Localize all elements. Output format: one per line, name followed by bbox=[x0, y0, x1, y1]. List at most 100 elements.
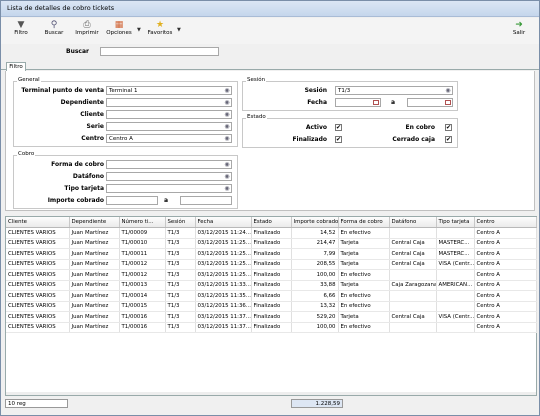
table-cell: VISA (Centr... bbox=[436, 259, 475, 270]
series-lookup-icon[interactable]: ◉ bbox=[223, 123, 231, 130]
session-field[interactable]: T1/3 ◉ bbox=[335, 86, 453, 95]
date-from-calendar-icon[interactable] bbox=[373, 100, 379, 105]
table-row[interactable]: CLIENTES VARIOS Juan Martínez T1/00016 T1/3… bbox=[6, 311, 537, 323]
table-cell: 33,88 bbox=[291, 280, 339, 291]
table-cell: 03/12/2015 11:35... bbox=[195, 290, 252, 302]
horizontal-scrollbar[interactable] bbox=[6, 392, 536, 395]
table-cell: CLIENTES VARIOS bbox=[6, 290, 70, 302]
employee-field[interactable]: ◉ bbox=[106, 98, 232, 107]
column-header[interactable]: Dependiente bbox=[69, 217, 120, 228]
column-header[interactable]: Importe cobrado bbox=[291, 217, 339, 228]
table-cell: 03/12/2015 11:24... bbox=[195, 227, 252, 239]
card-type-lookup-icon[interactable]: ◉ bbox=[223, 185, 231, 192]
tab-filter[interactable]: Filtro bbox=[6, 62, 26, 71]
table-cell: 03/12/2015 11:25... bbox=[195, 269, 252, 281]
options-button[interactable]: ▦ Opciones bbox=[103, 20, 135, 42]
table-cell: 214,47 bbox=[291, 238, 339, 249]
series-field[interactable]: ◉ bbox=[106, 122, 232, 131]
column-header[interactable]: Forma de cobro bbox=[338, 217, 390, 228]
payment-method-label: Forma de cobro bbox=[51, 161, 104, 168]
amount-from-field[interactable] bbox=[106, 196, 158, 205]
options-dropdown-icon[interactable]: ▼ bbox=[137, 27, 141, 33]
table-cell bbox=[389, 227, 437, 239]
search-button[interactable]: ⚲ Buscar bbox=[41, 20, 67, 42]
table-cell: Finalizado bbox=[251, 259, 292, 270]
pos-lookup-icon[interactable]: ◉ bbox=[223, 87, 231, 94]
table-cell: Centro A bbox=[474, 248, 537, 260]
payment-method-lookup-icon[interactable]: ◉ bbox=[223, 161, 231, 168]
table-row[interactable]: CLIENTES VARIOS Juan Martínez T1/00012 T1/3… bbox=[6, 259, 537, 270]
print-button[interactable]: ⎙ Imprimir bbox=[73, 20, 101, 42]
table-cell: Centro A bbox=[474, 322, 537, 333]
column-header[interactable]: Sesión bbox=[165, 217, 196, 228]
table-cell: Central Caja bbox=[389, 259, 437, 270]
employee-lookup-icon[interactable]: ◉ bbox=[223, 99, 231, 106]
finished-checkbox[interactable]: ✔ bbox=[335, 136, 342, 143]
column-header[interactable]: Tipo tarjeta bbox=[436, 217, 475, 228]
general-group: General Terminal punto de venta Terminal… bbox=[13, 77, 238, 147]
table-row[interactable]: CLIENTES VARIOS Juan Martínez T1/00015 T1/3… bbox=[6, 301, 537, 312]
amount-to-field[interactable] bbox=[180, 196, 232, 205]
column-header[interactable]: Estado bbox=[251, 217, 292, 228]
table-cell: CLIENTES VARIOS bbox=[6, 301, 70, 312]
table-cell: CLIENTES VARIOS bbox=[6, 248, 70, 260]
table-cell: CLIENTES VARIOS bbox=[6, 238, 70, 249]
column-header[interactable]: Datáfono bbox=[389, 217, 437, 228]
table-row[interactable]: CLIENTES VARIOS Juan Martínez T1/00012 T1/3… bbox=[6, 269, 537, 281]
table-row[interactable]: CLIENTES VARIOS Juan Martínez T1/00016 T1/3… bbox=[6, 322, 537, 333]
table-cell: 7,99 bbox=[291, 248, 339, 260]
table-row[interactable]: CLIENTES VARIOS Juan Martínez T1/00010 T1/3… bbox=[6, 238, 537, 249]
column-header[interactable]: Cliente bbox=[6, 217, 70, 228]
payment-method-field[interactable]: ◉ bbox=[106, 160, 232, 169]
table-cell: T1/00016 bbox=[119, 311, 166, 323]
filter-button[interactable]: ▼ Filtro bbox=[9, 20, 33, 42]
collecting-label: En cobro bbox=[405, 124, 435, 131]
finished-label: Finalizado bbox=[292, 136, 327, 143]
table-row[interactable]: CLIENTES VARIOS Juan Martínez T1/00014 T1/3… bbox=[6, 290, 537, 302]
column-header[interactable]: Número ti... bbox=[119, 217, 166, 228]
active-checkbox[interactable]: ✔ bbox=[335, 124, 342, 131]
table-cell: Centro A bbox=[474, 259, 537, 270]
table-cell: Juan Martínez bbox=[69, 280, 120, 291]
employee-label: Dependiente bbox=[60, 99, 104, 106]
table-row[interactable]: CLIENTES VARIOS Juan Martínez T1/00009 T1/3… bbox=[6, 227, 537, 239]
session-lookup-icon[interactable]: ◉ bbox=[444, 87, 452, 94]
table-cell: CLIENTES VARIOS bbox=[6, 269, 70, 281]
pos-field[interactable]: Terminal 1 ◉ bbox=[106, 86, 232, 95]
table-cell: VISA (Centr... bbox=[436, 311, 475, 323]
table-cell: 100,00 bbox=[291, 269, 339, 281]
closed-label: Cerrado caja bbox=[392, 136, 435, 143]
table-cell bbox=[436, 322, 475, 333]
table-header: Cliente Dependiente Número ti... Sesión Fech… bbox=[6, 217, 537, 228]
date-from-field[interactable] bbox=[335, 98, 381, 107]
table-cell: T1/00009 bbox=[119, 227, 166, 239]
table-row[interactable]: CLIENTES VARIOS Juan Martínez T1/00011 T1/3… bbox=[6, 248, 537, 260]
favorites-dropdown-icon[interactable]: ▼ bbox=[177, 27, 181, 33]
session-group: Sesión Sesión T1/3 ◉ Fecha a bbox=[242, 77, 458, 111]
table-cell: T1/00010 bbox=[119, 238, 166, 249]
date-to-calendar-icon[interactable] bbox=[445, 100, 451, 105]
table-cell: T1/00011 bbox=[119, 248, 166, 260]
table-cell bbox=[389, 269, 437, 281]
center-label: Centro bbox=[81, 135, 104, 142]
center-lookup-icon[interactable]: ◉ bbox=[223, 135, 231, 142]
favorites-button[interactable]: ★ Favoritos bbox=[143, 20, 177, 42]
exit-button[interactable]: ➜ Salir bbox=[509, 20, 529, 42]
date-to-field[interactable] bbox=[407, 98, 453, 107]
search-input[interactable] bbox=[100, 47, 219, 56]
center-field[interactable]: Centro A ◉ bbox=[106, 134, 232, 143]
table-cell: Finalizado bbox=[251, 290, 292, 302]
exit-button-label: Salir bbox=[512, 30, 526, 36]
card-type-field[interactable]: ◉ bbox=[106, 184, 232, 193]
customer-lookup-icon[interactable]: ◉ bbox=[223, 111, 231, 118]
table-cell: Finalizado bbox=[251, 248, 292, 260]
customer-field[interactable]: ◉ bbox=[106, 110, 232, 119]
collecting-checkbox[interactable]: ✔ bbox=[445, 124, 452, 131]
dataphone-field[interactable]: ◉ bbox=[106, 172, 232, 181]
closed-checkbox[interactable]: ✔ bbox=[445, 136, 452, 143]
dataphone-lookup-icon[interactable]: ◉ bbox=[223, 173, 231, 180]
table-row[interactable]: CLIENTES VARIOS Juan Martínez T1/00013 T1/3… bbox=[6, 280, 537, 291]
column-header[interactable]: Fecha bbox=[195, 217, 252, 228]
column-header[interactable]: Centro bbox=[474, 217, 537, 228]
results-table: Cliente Dependiente Número ti... Sesión Fech… bbox=[6, 217, 537, 333]
